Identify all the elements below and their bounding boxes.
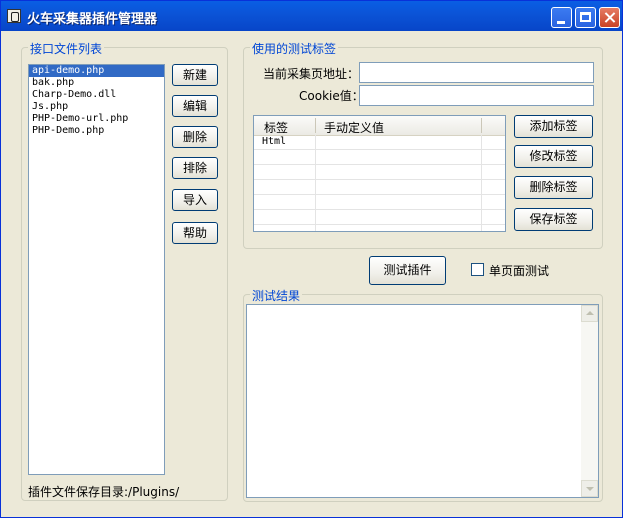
help-button[interactable]: 帮助 xyxy=(172,222,218,244)
delete-file-button[interactable]: 删除 xyxy=(172,126,218,148)
table-row[interactable] xyxy=(254,210,505,225)
test-plugin-button[interactable]: 测试插件 xyxy=(369,256,446,285)
add-tag-button[interactable]: 添加标签 xyxy=(514,115,593,138)
column-header-tag[interactable]: 标签 xyxy=(264,119,288,136)
file-list-item[interactable]: Charp-Demo.dll xyxy=(29,89,164,101)
delete-tag-button[interactable]: 删除标签 xyxy=(514,176,593,199)
app-icon xyxy=(7,9,21,23)
file-list-item[interactable]: Js.php xyxy=(29,101,164,113)
new-button[interactable]: 新建 xyxy=(172,64,218,86)
table-cell: Html xyxy=(262,136,287,147)
import-button[interactable]: 导入 xyxy=(172,189,218,211)
single-page-label[interactable]: 单页面测试 xyxy=(489,262,549,279)
table-row[interactable] xyxy=(254,165,505,180)
file-list-group-label: 接口文件列表 xyxy=(28,40,105,57)
column-header-custom-value[interactable]: 手动定义值 xyxy=(324,119,384,136)
file-list-item[interactable]: bak.php xyxy=(29,77,164,89)
table-row[interactable]: Html xyxy=(254,135,505,150)
maximize-button[interactable] xyxy=(575,7,596,28)
cookie-input[interactable] xyxy=(359,85,594,106)
tags-table-header: 标签 手动定义值 xyxy=(254,116,505,136)
close-button[interactable] xyxy=(599,7,620,28)
cookie-label: Cookie值： xyxy=(299,89,364,103)
scroll-down-arrow-icon[interactable] xyxy=(581,480,598,497)
file-list-item[interactable]: PHP-Demo-url.php xyxy=(29,113,164,125)
plugin-manager-window: 火车采集器插件管理器 接口文件列表 api-demo.php bak.php C… xyxy=(0,0,623,518)
result-scrollbar[interactable] xyxy=(581,305,598,497)
page-url-input[interactable] xyxy=(359,62,594,83)
single-page-checkbox[interactable] xyxy=(471,263,484,276)
test-result-textarea[interactable] xyxy=(246,304,599,498)
page-url-label: 当前采集页地址： xyxy=(263,67,360,81)
title-bar[interactable]: 火车采集器插件管理器 xyxy=(1,1,622,31)
table-row[interactable] xyxy=(254,150,505,165)
edit-button[interactable]: 编辑 xyxy=(172,95,218,117)
table-row[interactable] xyxy=(254,195,505,210)
exclude-button[interactable]: 排除 xyxy=(172,157,218,179)
tags-table[interactable]: 标签 手动定义值 Html xyxy=(253,115,506,232)
minimize-button[interactable] xyxy=(551,7,572,28)
save-tag-button[interactable]: 保存标签 xyxy=(514,208,593,231)
scroll-up-arrow-icon[interactable] xyxy=(581,305,598,322)
modify-tag-button[interactable]: 修改标签 xyxy=(514,145,593,168)
file-listbox[interactable]: api-demo.php bak.php Charp-Demo.dll Js.p… xyxy=(28,64,165,475)
file-list-item[interactable]: PHP-Demo.php xyxy=(29,125,164,137)
test-result-group-label: 测试结果 xyxy=(250,287,303,304)
window-title: 火车采集器插件管理器 xyxy=(27,12,158,27)
test-tags-group-label: 使用的测试标签 xyxy=(250,40,339,57)
file-list-item[interactable]: api-demo.php xyxy=(29,65,164,77)
table-row[interactable] xyxy=(254,180,505,195)
save-dir-label: 插件文件保存目录:/Plugins/ xyxy=(28,485,180,499)
